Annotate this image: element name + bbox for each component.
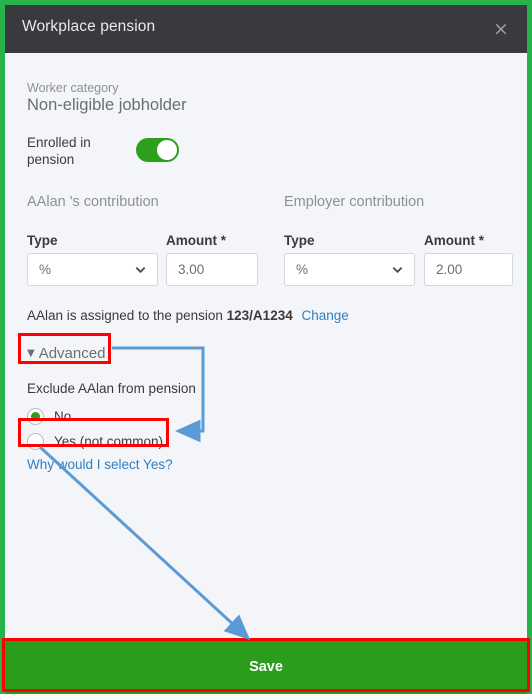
employee-amount-value: 3.00 [178, 262, 205, 277]
employee-contribution-heading: AAlan 's contribution [27, 194, 159, 210]
employer-amount-input[interactable]: 2.00 [424, 253, 513, 286]
worker-category-label: Worker category [27, 81, 119, 95]
radio-mark-selected-icon [27, 408, 44, 425]
pension-assignment-line: AAlan is assigned to the pension 123/A12… [27, 308, 349, 323]
employer-contribution-heading: Employer contribution [284, 194, 425, 210]
advanced-label: Advanced [38, 345, 106, 362]
employee-type-value: % [39, 262, 52, 277]
employer-type-value: % [296, 262, 309, 277]
toggle-knob [157, 140, 177, 160]
save-button[interactable]: Save [5, 641, 527, 694]
dialog-titlebar: Workplace pension × [5, 5, 527, 53]
radio-exclude-no-label: No [54, 409, 72, 424]
enrolled-in-pension-label: Enrolled in pension [27, 135, 91, 167]
chevron-down-icon [391, 263, 404, 276]
why-select-yes-link[interactable]: Why would I select Yes? [27, 457, 173, 472]
worker-category-value: Non-eligible jobholder [27, 96, 187, 114]
workplace-pension-dialog: Workplace pension × Worker category Non-… [0, 0, 532, 694]
dialog-title: Workplace pension [22, 18, 156, 35]
employer-type-label: Type [284, 233, 315, 248]
radio-mark-unselected-icon [27, 433, 44, 450]
employee-amount-label: Amount * [166, 233, 226, 248]
change-pension-link[interactable]: Change [301, 308, 348, 323]
radio-exclude-yes-label: Yes (not common) [54, 434, 164, 449]
caret-down-icon: ▼ [27, 348, 35, 359]
employer-amount-value: 2.00 [436, 262, 463, 277]
close-icon[interactable]: × [489, 17, 513, 41]
employer-type-select[interactable]: % [284, 253, 415, 286]
exclude-from-pension-label: Exclude AAlan from pension [27, 381, 196, 396]
chevron-down-icon [134, 263, 147, 276]
assignment-pension-id: 123/A1234 [226, 308, 293, 323]
enrolled-in-pension-toggle[interactable] [136, 138, 179, 162]
employee-type-select[interactable]: % [27, 253, 158, 286]
advanced-section-toggle[interactable]: ▼ Advanced [27, 345, 105, 362]
employee-type-label: Type [27, 233, 58, 248]
employee-amount-input[interactable]: 3.00 [166, 253, 258, 286]
employer-amount-label: Amount * [424, 233, 484, 248]
assignment-text: AAlan is assigned to the pension [27, 308, 223, 323]
dialog-body: Worker category Non-eligible jobholder E… [5, 53, 527, 641]
